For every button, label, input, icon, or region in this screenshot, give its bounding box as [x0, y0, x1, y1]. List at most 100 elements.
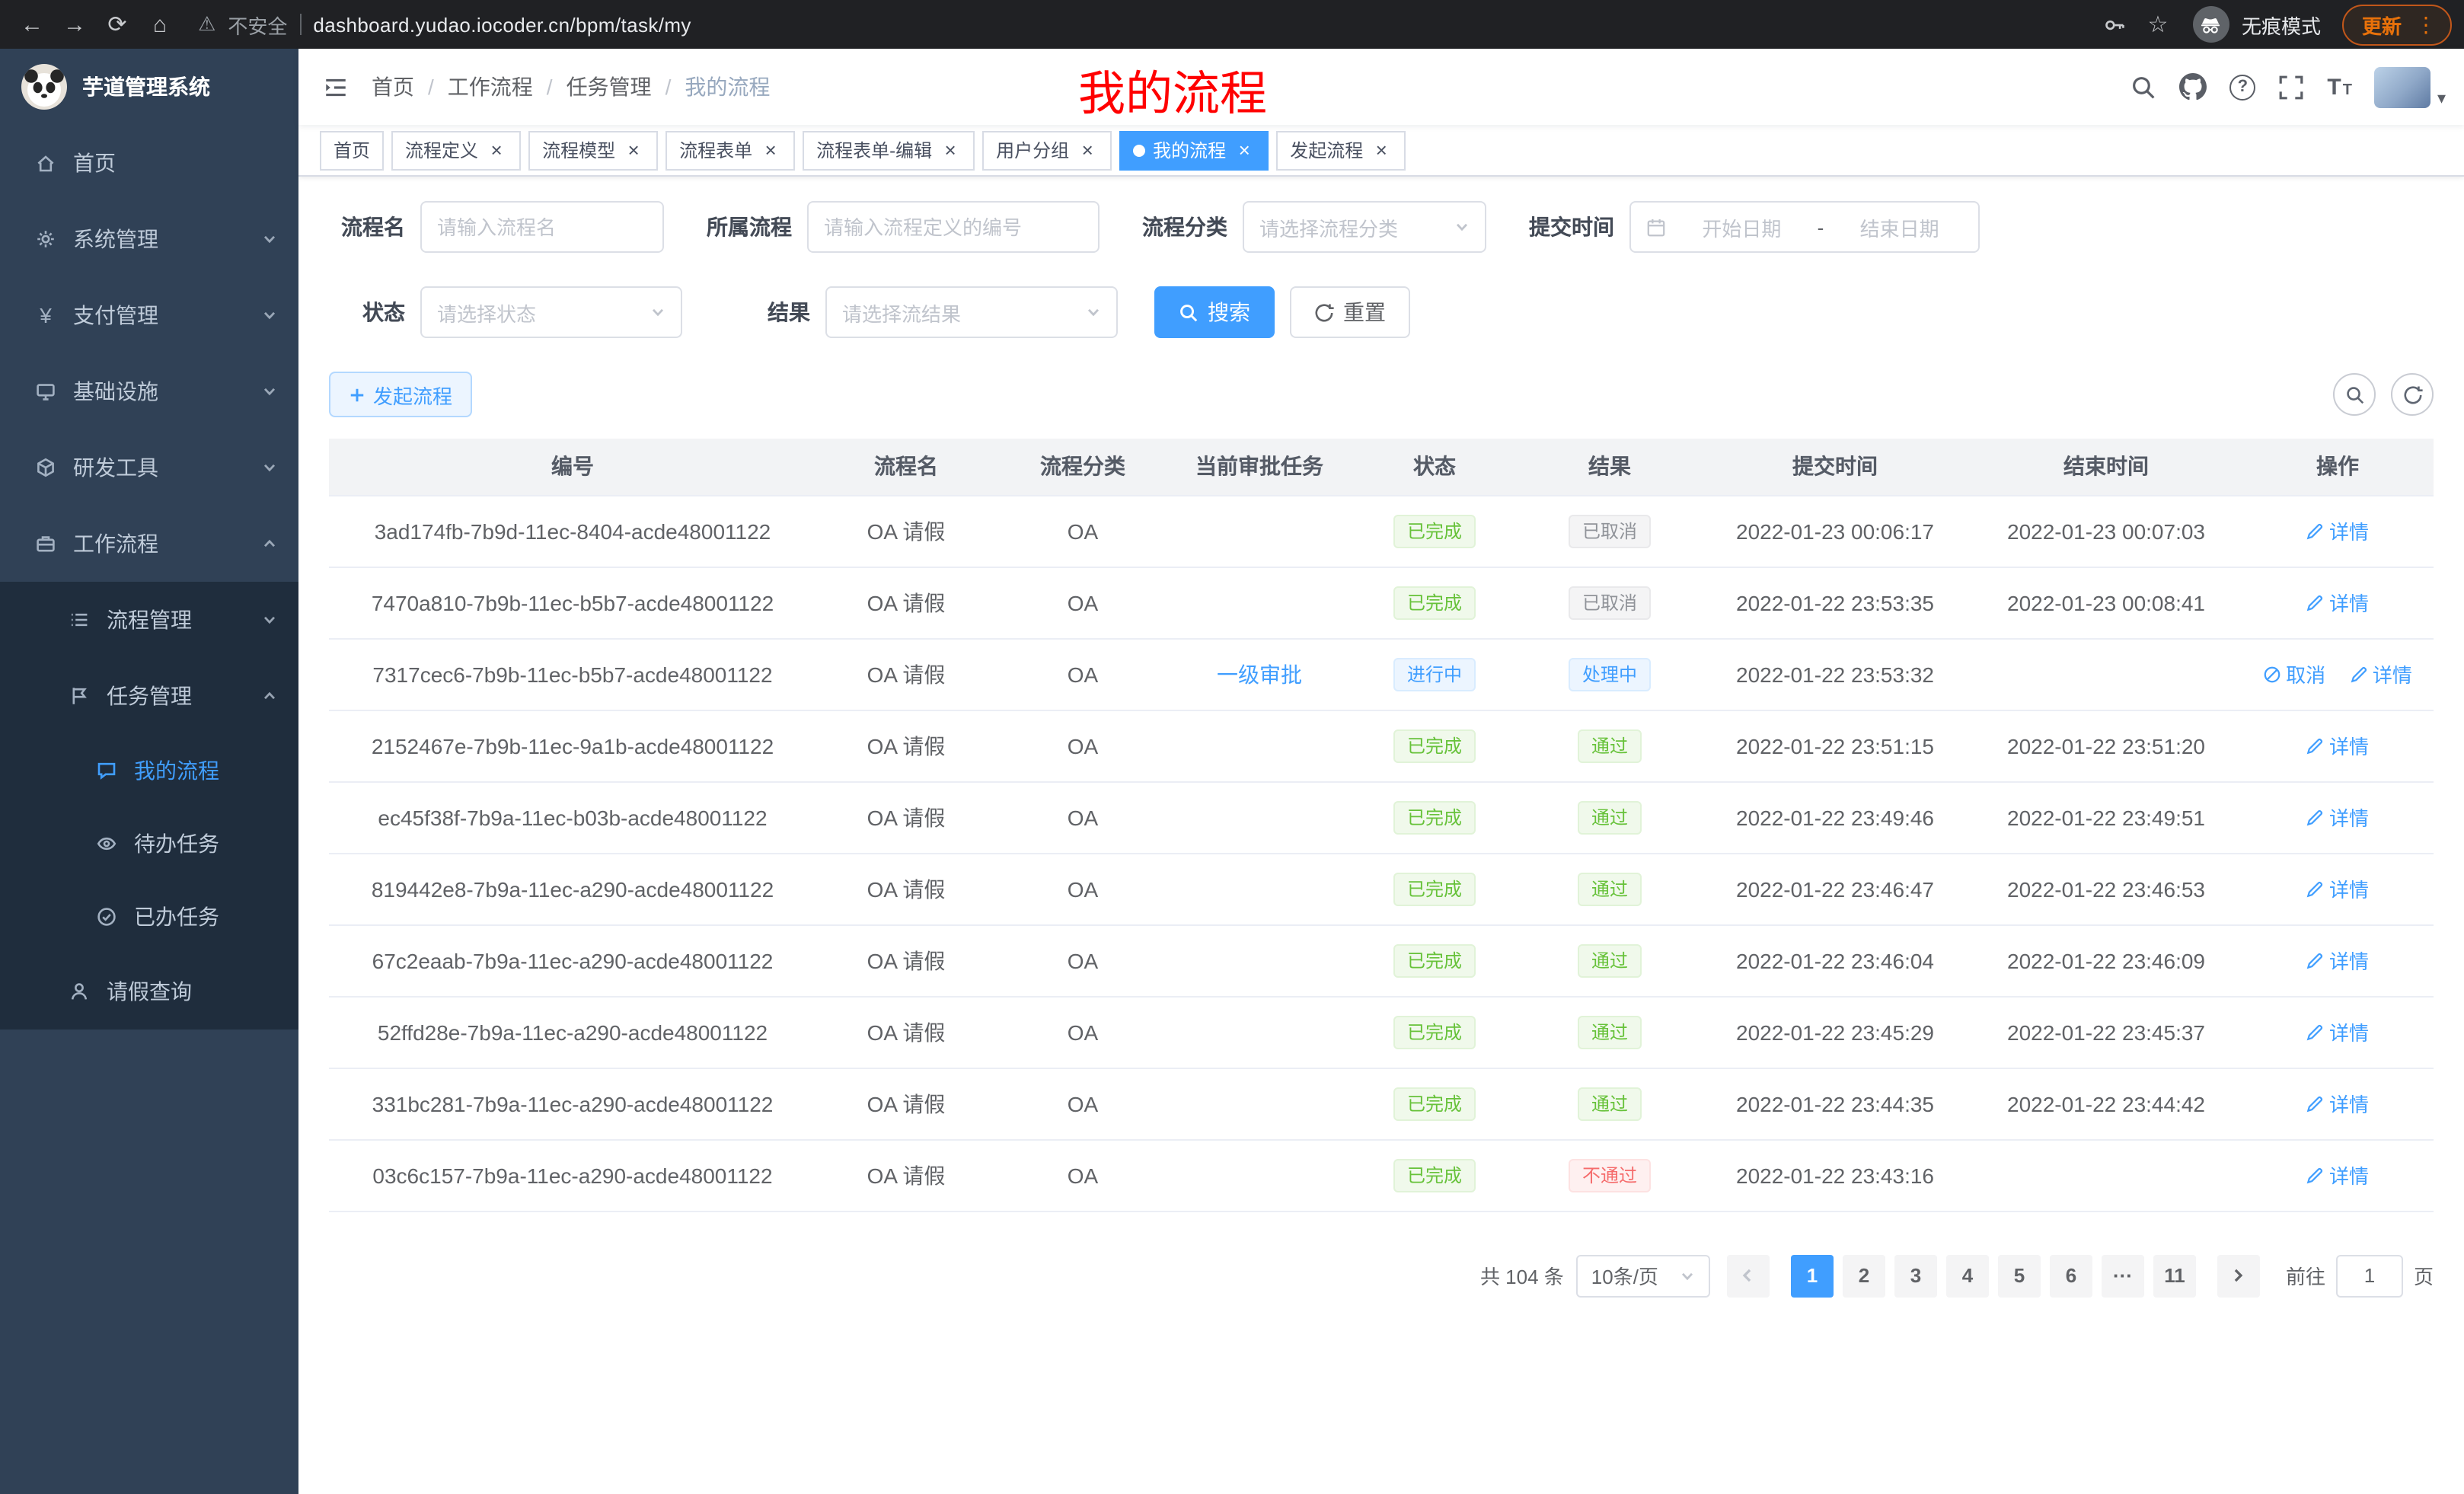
password-key-icon[interactable]: [2095, 5, 2135, 44]
sidebar-item-infrastructure[interactable]: 基础设施: [0, 353, 298, 429]
sidebar-item-task-management[interactable]: 任务管理: [0, 658, 298, 734]
sidebar-item-payment[interactable]: ¥ 支付管理: [0, 277, 298, 353]
result-select[interactable]: 请选择流结果: [825, 286, 1118, 338]
sidebar-item-todo-tasks[interactable]: 待办任务: [0, 807, 298, 880]
sidebar-item-workflow[interactable]: 工作流程: [0, 506, 298, 582]
search-icon[interactable]: [2130, 74, 2156, 100]
create-process-button[interactable]: 发起流程: [329, 372, 472, 417]
url-text[interactable]: dashboard.yudao.iocoder.cn/bpm/task/my: [313, 13, 691, 36]
page-number-button[interactable]: 11: [2153, 1254, 2196, 1297]
breadcrumb-current: 我的流程: [685, 72, 770, 102]
detail-link[interactable]: 详情: [2306, 803, 2369, 832]
menu-kebab-icon[interactable]: ⋮: [2415, 11, 2437, 37]
tab-close-icon[interactable]: ×: [623, 139, 644, 161]
breadcrumb-workflow[interactable]: 工作流程: [448, 72, 533, 102]
tab[interactable]: 流程定义 ×: [391, 130, 521, 170]
detail-link[interactable]: 详情: [2306, 946, 2369, 975]
hamburger-icon[interactable]: [298, 49, 372, 125]
submit-time-range-picker[interactable]: 开始日期 - 结束日期: [1629, 201, 1980, 253]
process-name-input[interactable]: [437, 215, 647, 238]
prev-page-button[interactable]: [1727, 1254, 1770, 1297]
help-icon[interactable]: ?: [2229, 74, 2255, 100]
tab[interactable]: 流程表单-编辑 ×: [803, 130, 975, 170]
sidebar-item-done-tasks[interactable]: 已办任务: [0, 880, 298, 953]
toggle-search-button[interactable]: [2333, 373, 2376, 416]
detail-link[interactable]: 详情: [2350, 659, 2412, 688]
search-button[interactable]: 搜索: [1154, 286, 1275, 338]
tab-label: 流程定义: [405, 137, 478, 163]
column-header: 状态: [1349, 439, 1520, 495]
cell-category: OA: [996, 1068, 1170, 1139]
logo[interactable]: 芋道管理系统: [0, 49, 298, 125]
page-number-button[interactable]: 5: [1998, 1254, 2041, 1297]
fullscreen-icon[interactable]: [2278, 74, 2304, 100]
tab[interactable]: 用户分组 ×: [982, 130, 1112, 170]
back-icon[interactable]: ←: [12, 5, 52, 44]
tab-close-icon[interactable]: ×: [1234, 139, 1255, 161]
page-number-button[interactable]: ···: [2102, 1254, 2144, 1297]
column-header: 操作: [2242, 439, 2434, 495]
sidebar-item-leave-query[interactable]: 请假查询: [0, 953, 298, 1030]
sidebar-item-process-management[interactable]: 流程管理: [0, 582, 298, 658]
category-select[interactable]: 请选择流程分类: [1243, 201, 1486, 253]
sidebar-item-home[interactable]: 首页: [0, 125, 298, 201]
detail-link[interactable]: 详情: [2306, 1017, 2369, 1046]
tab[interactable]: 首页: [320, 130, 384, 170]
detail-link[interactable]: 详情: [2306, 874, 2369, 903]
tab[interactable]: 流程模型 ×: [528, 130, 658, 170]
goto-page-input[interactable]: [2336, 1254, 2403, 1297]
cell-id: 3ad174fb-7b9d-11ec-8404-acde48001122: [329, 495, 816, 567]
sidebar-item-label: 待办任务: [134, 828, 219, 859]
tab-close-icon[interactable]: ×: [940, 139, 961, 161]
breadcrumb-home[interactable]: 首页: [372, 72, 414, 102]
tab[interactable]: 流程表单 ×: [665, 130, 795, 170]
bookmark-star-icon[interactable]: ☆: [2138, 5, 2178, 44]
update-button[interactable]: 更新 ⋮: [2342, 4, 2452, 45]
tab-close-icon[interactable]: ×: [760, 139, 781, 161]
detail-link[interactable]: 详情: [2306, 731, 2369, 760]
cell-status: 已完成: [1349, 710, 1520, 781]
page-size-select[interactable]: 10条/页: [1576, 1254, 1710, 1297]
page-number-button[interactable]: 2: [1843, 1254, 1885, 1297]
sidebar-item-label: 我的流程: [134, 755, 219, 786]
font-size-icon[interactable]: TT: [2327, 74, 2352, 100]
detail-link[interactable]: 详情: [2306, 516, 2369, 545]
user-avatar-menu[interactable]: ▾: [2375, 66, 2446, 107]
page-number-button[interactable]: 1: [1791, 1254, 1834, 1297]
detail-link[interactable]: 详情: [2306, 588, 2369, 617]
browser-home-icon[interactable]: ⌂: [140, 5, 180, 44]
tab-close-icon[interactable]: ×: [1077, 139, 1098, 161]
next-page-button[interactable]: [2217, 1254, 2260, 1297]
reset-button[interactable]: 重置: [1290, 286, 1410, 338]
sidebar-item-system[interactable]: 系统管理: [0, 201, 298, 277]
current-task-link[interactable]: 一级审批: [1217, 662, 1302, 686]
page-number-button[interactable]: 6: [2050, 1254, 2092, 1297]
chevron-down-icon: [262, 308, 277, 323]
owner-process-input[interactable]: [824, 215, 1083, 238]
sidebar-item-my-process[interactable]: 我的流程: [0, 734, 298, 807]
cancel-link[interactable]: 取消: [2263, 659, 2325, 688]
status-select[interactable]: 请选择状态: [420, 286, 682, 338]
tab-close-icon[interactable]: ×: [486, 139, 507, 161]
tab-close-icon[interactable]: ×: [1371, 139, 1392, 161]
page-number-button[interactable]: 4: [1946, 1254, 1989, 1297]
chevron-down-icon: [650, 305, 665, 320]
cell-submit-time: 2022-01-22 23:49:46: [1700, 781, 1971, 853]
address-bar[interactable]: ⚠ 不安全 dashboard.yudao.iocoder.cn/bpm/tas…: [198, 10, 2077, 39]
tab[interactable]: 发起流程 ×: [1276, 130, 1406, 170]
incognito-profile-chip[interactable]: 无痕模式: [2193, 6, 2321, 43]
tab-label: 我的流程: [1153, 137, 1226, 163]
breadcrumb-task-management[interactable]: 任务管理: [567, 72, 652, 102]
cell-id: 331bc281-7b9a-11ec-a290-acde48001122: [329, 1068, 816, 1139]
briefcase-icon: [34, 533, 58, 554]
tab[interactable]: 我的流程 ×: [1119, 130, 1269, 170]
refresh-table-button[interactable]: [2391, 373, 2434, 416]
sidebar-item-devtools[interactable]: 研发工具: [0, 429, 298, 506]
forward-icon[interactable]: →: [55, 5, 94, 44]
github-icon[interactable]: [2179, 73, 2207, 101]
edit-icon: [2306, 1023, 2325, 1041]
page-number-button[interactable]: 3: [1894, 1254, 1937, 1297]
detail-link[interactable]: 详情: [2306, 1089, 2369, 1118]
detail-link[interactable]: 详情: [2306, 1160, 2369, 1189]
reload-icon[interactable]: ⟳: [97, 5, 137, 44]
